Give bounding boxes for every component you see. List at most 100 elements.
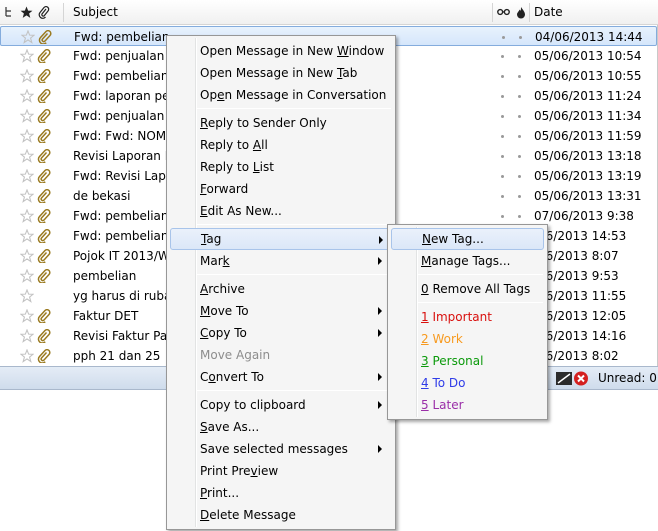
junk-status-dot[interactable]: [518, 195, 521, 198]
star-column-header[interactable]: [20, 0, 33, 25]
thread-icon: [5, 7, 11, 17]
menu-item-label: Open Message in New Window: [200, 44, 385, 58]
menu-item-label: Open Message in New Tab: [200, 66, 358, 80]
menu-item-tag-personal[interactable]: 3 Personal: [391, 350, 544, 372]
star-toggle-icon[interactable]: [20, 189, 34, 203]
junk-status-dot[interactable]: [518, 115, 521, 118]
menu-item-label: Tag: [201, 232, 222, 246]
menu-item-label: 3 Personal: [421, 354, 484, 368]
menu-item-label: Move To: [200, 304, 249, 318]
correspondent-dot[interactable]: [502, 36, 505, 39]
message-date: 05/06/2013 10:55: [534, 69, 642, 83]
thread-column-header[interactable]: [4, 0, 14, 25]
correspondent-dot[interactable]: [501, 195, 504, 198]
star-toggle-icon[interactable]: [20, 149, 34, 163]
attachment-icon: [38, 6, 50, 19]
message-subject: Fwd: laporan pen: [73, 89, 178, 103]
message-date: 05/06/2013 10:54: [534, 49, 642, 63]
menu-item-move-to[interactable]: Move To: [170, 300, 392, 322]
attachment-icon: [37, 89, 51, 103]
offline-status-icon[interactable]: [556, 371, 590, 386]
menu-item-save-as[interactable]: Save As...: [170, 416, 392, 438]
menu-item-tag-later[interactable]: 5 Later: [391, 394, 544, 416]
menu-item-forward[interactable]: Forward: [170, 178, 392, 200]
menu-item-copy-to[interactable]: Copy To: [170, 322, 392, 344]
correspondent-dot[interactable]: [501, 155, 504, 158]
menu-separator: [418, 302, 543, 303]
star-toggle-icon[interactable]: [20, 309, 34, 323]
star-toggle-icon[interactable]: [20, 49, 34, 63]
star-toggle-icon[interactable]: [20, 209, 34, 223]
menu-item-label: Save selected messages: [200, 442, 348, 456]
menu-item-label: Move Again: [200, 348, 271, 362]
menu-item-print[interactable]: Print...: [170, 482, 392, 504]
junk-column-header[interactable]: [516, 0, 526, 25]
menu-separator: [418, 274, 543, 275]
menu-item-open-new-tab[interactable]: Open Message in New Tab: [170, 62, 392, 84]
menu-item-open-conversation[interactable]: Open Message in Conversation: [170, 84, 392, 106]
star-toggle-icon[interactable]: [21, 30, 35, 44]
menu-item-copy-clipboard[interactable]: Copy to clipboard: [170, 394, 392, 416]
star-toggle-icon[interactable]: [20, 169, 34, 183]
menu-item-open-new-window[interactable]: Open Message in New Window: [170, 40, 392, 62]
menu-item-label: 0 Remove All Tags: [421, 282, 531, 296]
date-column-header[interactable]: Date: [534, 0, 563, 25]
menu-item-reply-sender[interactable]: Reply to Sender Only: [170, 112, 392, 134]
subject-column-header[interactable]: Subject: [73, 0, 118, 25]
message-subject: Revisi Faktur Paja: [73, 329, 178, 343]
attachment-icon: [37, 69, 51, 83]
message-date: 05/06/2013 11:59: [534, 129, 642, 143]
star-toggle-icon[interactable]: [20, 329, 34, 343]
star-toggle-icon[interactable]: [20, 229, 34, 243]
menu-item-new-tag[interactable]: New Tag...: [391, 228, 544, 250]
junk-status-dot[interactable]: [518, 95, 521, 98]
star-toggle-icon[interactable]: [20, 69, 34, 83]
menu-item-label: Mark: [200, 254, 230, 268]
menu-item-manage-tags[interactable]: Manage Tags...: [391, 250, 544, 272]
attachment-column-header[interactable]: [38, 0, 50, 25]
junk-status-dot[interactable]: [518, 175, 521, 178]
menu-item-tag-to-do[interactable]: 4 To Do: [391, 372, 544, 394]
menu-item-edit-as-new[interactable]: Edit As New...: [170, 200, 392, 222]
star-toggle-icon[interactable]: [20, 109, 34, 123]
attachment-icon: [37, 169, 51, 183]
menu-item-save-selected[interactable]: Save selected messages: [170, 438, 392, 460]
correspondent-dot[interactable]: [501, 135, 504, 138]
junk-status-dot[interactable]: [518, 135, 521, 138]
star-toggle-icon[interactable]: [20, 129, 34, 143]
correspondent-dot[interactable]: [501, 215, 504, 218]
menu-item-mark[interactable]: Mark: [170, 250, 392, 272]
submenu-arrow-icon: [378, 307, 382, 315]
message-date: 05/06/2013 11:24: [534, 89, 642, 103]
junk-status-dot[interactable]: [518, 75, 521, 78]
menu-item-delete[interactable]: Delete Message: [170, 504, 392, 526]
correspondent-column-header[interactable]: [497, 0, 510, 25]
message-subject: Fwd: Fwd: NOMO: [73, 129, 176, 143]
correspondent-dot[interactable]: [501, 55, 504, 58]
menu-item-print-preview[interactable]: Print Preview: [170, 460, 392, 482]
attachment-icon: [37, 149, 51, 163]
star-toggle-icon[interactable]: [20, 89, 34, 103]
junk-status-dot[interactable]: [518, 215, 521, 218]
star-toggle-icon[interactable]: [20, 289, 34, 303]
correspondent-dot[interactable]: [501, 115, 504, 118]
correspondent-dot[interactable]: [501, 75, 504, 78]
star-toggle-icon[interactable]: [20, 269, 34, 283]
menu-item-archive[interactable]: Archive: [170, 278, 392, 300]
menu-item-tag[interactable]: Tag: [170, 228, 392, 250]
menu-item-remove-all-tags[interactable]: 0 Remove All Tags: [391, 278, 544, 300]
junk-status-dot[interactable]: [519, 36, 522, 39]
menu-item-tag-important[interactable]: 1 Important: [391, 306, 544, 328]
star-toggle-icon[interactable]: [20, 249, 34, 263]
menu-item-tag-work[interactable]: 2 Work: [391, 328, 544, 350]
menu-item-label: 4 To Do: [421, 376, 466, 390]
junk-status-dot[interactable]: [518, 155, 521, 158]
correspondent-dot[interactable]: [501, 175, 504, 178]
star-toggle-icon[interactable]: [20, 349, 34, 363]
menu-item-reply-list[interactable]: Reply to List: [170, 156, 392, 178]
menu-item-reply-all[interactable]: Reply to All: [170, 134, 392, 156]
correspondent-dot[interactable]: [501, 95, 504, 98]
menu-item-convert-to[interactable]: Convert To: [170, 366, 392, 388]
junk-status-dot[interactable]: [518, 55, 521, 58]
message-subject: Fwd: penjualan: [73, 49, 165, 63]
